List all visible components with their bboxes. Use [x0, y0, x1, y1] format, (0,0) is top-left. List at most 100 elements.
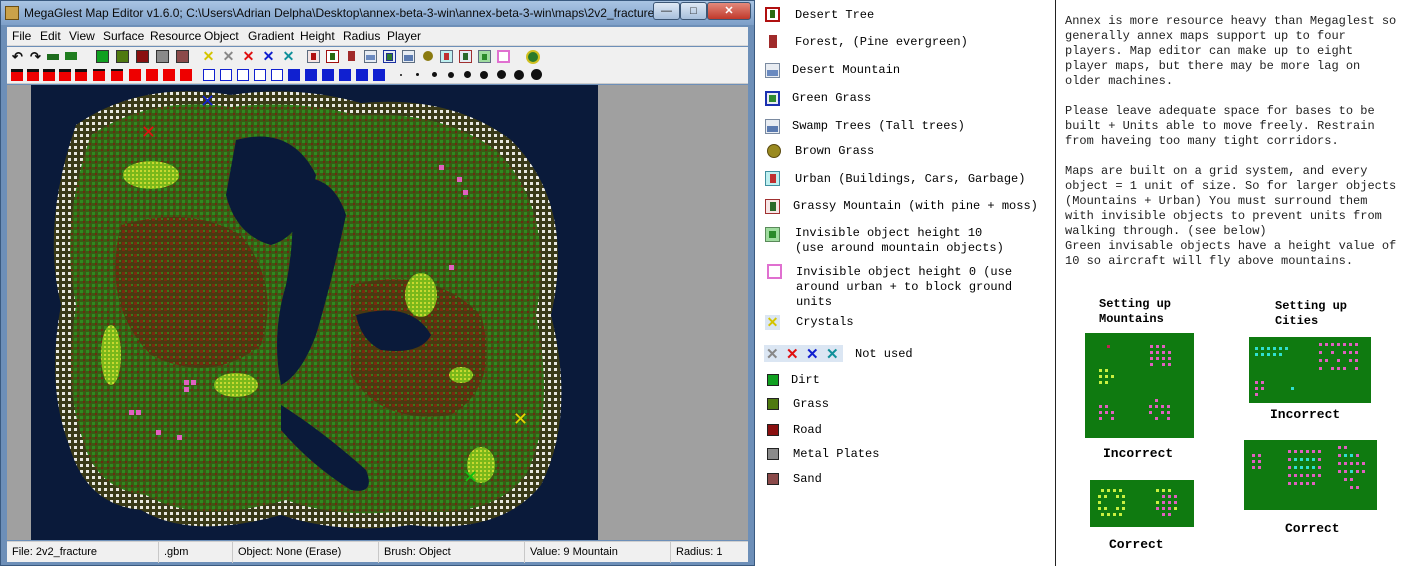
legend-urban: Urban (Buildings, Cars, Garbage) — [795, 172, 1026, 186]
dirt-swatch-icon — [767, 374, 779, 386]
menu-resource[interactable]: Resource — [150, 29, 201, 43]
player-red-marker: ✕ — [141, 122, 156, 143]
cities-correct-graphic — [1252, 446, 1365, 489]
cities-incorrect-graphic — [1255, 343, 1358, 396]
legend-swamp-trees: Swamp Trees (Tall trees) — [792, 119, 965, 133]
legend-pine-forest: Forest, (Pine evergreen) — [795, 35, 968, 49]
gradient-brush-icon[interactable] — [373, 69, 385, 81]
red-x-icon[interactable]: ✕ — [242, 49, 255, 63]
maximize-button[interactable]: □ — [680, 2, 707, 20]
redo-icon[interactable]: ↷ — [29, 50, 42, 63]
radius-5-icon[interactable] — [464, 71, 471, 78]
surface-metal-icon[interactable] — [156, 50, 169, 63]
menu-gradient[interactable]: Gradient — [248, 29, 294, 43]
radius-9-icon[interactable] — [531, 69, 542, 80]
height-brush-icon[interactable] — [43, 69, 55, 81]
gradient-brush-icon[interactable] — [339, 69, 351, 81]
pine-object-icon[interactable] — [345, 50, 358, 63]
title-bar[interactable]: MegaGlest Map Editor v1.6.0; C:\Users\Ad… — [1, 1, 754, 25]
radius-6-icon[interactable] — [480, 71, 488, 79]
legend-desert-tree: Desert Tree — [795, 8, 875, 22]
metal-plates-swatch-icon — [767, 448, 779, 460]
green-grass-icon — [765, 91, 780, 106]
brown-grass-object-icon[interactable] — [421, 50, 434, 63]
radius-8-icon[interactable] — [514, 70, 524, 80]
menu-object[interactable]: Object — [204, 29, 239, 43]
app-icon — [5, 6, 19, 20]
radius-3-icon[interactable] — [432, 72, 437, 77]
grass-object-icon[interactable] — [383, 50, 396, 63]
gradient-brush-icon[interactable] — [288, 69, 300, 81]
gradient-brush-icon[interactable] — [203, 69, 215, 81]
tree-object-icon[interactable] — [307, 50, 320, 63]
cities-incorrect-caption: Incorrect — [1270, 407, 1341, 422]
terrain-icon[interactable] — [65, 52, 77, 60]
editor-window: MegaGlest Map Editor v1.6.0; C:\Users\Ad… — [0, 0, 755, 566]
road-swatch-icon — [767, 424, 779, 436]
surface-road-icon[interactable] — [136, 50, 149, 63]
radius-4-icon[interactable] — [448, 72, 454, 78]
height-brush-icon[interactable] — [93, 69, 105, 81]
gradient-brush-icon[interactable] — [254, 69, 266, 81]
minimize-button[interactable]: — — [653, 2, 680, 20]
menu-file[interactable]: File — [12, 29, 31, 43]
height-brush-icon[interactable] — [27, 69, 39, 81]
height-brush-icon[interactable] — [59, 69, 71, 81]
invisible-object-0-icon — [767, 264, 782, 279]
height-brush-icon[interactable] — [129, 69, 141, 81]
menu-player[interactable]: Player — [387, 29, 421, 43]
close-button[interactable]: ✕ — [707, 2, 751, 20]
height-brush-icon[interactable] — [11, 69, 23, 81]
menu-radius[interactable]: Radius — [343, 29, 380, 43]
toolbar-height — [7, 67, 748, 84]
surface-sand-icon[interactable] — [176, 50, 189, 63]
surface-grass-icon[interactable] — [116, 50, 129, 63]
note-paragraph: Green invisable objects have a height va… — [1065, 239, 1397, 268]
menu-height[interactable]: Height — [300, 29, 335, 43]
menu-view[interactable]: View — [69, 29, 95, 43]
surface-dirt-icon[interactable] — [96, 50, 109, 63]
blue-x-icon[interactable]: ✕ — [262, 49, 275, 63]
height-brush-icon[interactable] — [180, 69, 192, 81]
grassy-mountain-object-icon[interactable] — [459, 50, 472, 63]
mountain-object-icon[interactable] — [364, 50, 377, 63]
resource-icon[interactable] — [526, 50, 540, 64]
window-title: MegaGlest Map Editor v1.6.0; C:\Users\Ad… — [24, 6, 681, 20]
undo-icon[interactable]: ↶ — [11, 50, 24, 63]
mountains-diagram-title: Setting up Mountains — [1099, 297, 1172, 326]
note-paragraph: Maps are built on a grid system, and eve… — [1065, 164, 1397, 238]
brown-grass-icon — [766, 144, 781, 159]
gradient-brush-icon[interactable] — [271, 69, 283, 81]
mountains-incorrect-graphic — [1099, 345, 1171, 420]
invisible-10-object-icon[interactable] — [478, 50, 491, 63]
gradient-brush-icon[interactable] — [356, 69, 368, 81]
gradient-brush-icon[interactable] — [322, 69, 334, 81]
radius-1-icon[interactable] — [400, 74, 402, 76]
invisible-0-object-icon[interactable] — [497, 50, 510, 63]
gradient-brush-icon[interactable] — [220, 69, 232, 81]
desert-tree-icon — [765, 7, 780, 22]
flatten-icon[interactable] — [47, 54, 59, 60]
status-brush: Brush: Object — [379, 542, 525, 563]
radius-7-icon[interactable] — [497, 70, 506, 79]
swamp-object-icon[interactable] — [402, 50, 415, 63]
height-brush-icon[interactable] — [75, 69, 87, 81]
crystal-x-icon[interactable]: ✕ — [202, 49, 215, 63]
cities-correct-caption: Correct — [1285, 521, 1340, 536]
urban-object-icon[interactable] — [440, 50, 453, 63]
teal-x-icon[interactable]: ✕ — [282, 49, 295, 63]
height-brush-icon[interactable] — [111, 69, 123, 81]
player-blue-marker: ✕ — [200, 91, 215, 112]
gradient-brush-icon[interactable] — [305, 69, 317, 81]
grassy-mountain-icon — [765, 199, 780, 214]
menu-surface[interactable]: Surface — [103, 29, 144, 43]
radius-2-icon[interactable] — [416, 73, 419, 76]
height-brush-icon[interactable] — [146, 69, 158, 81]
desert-tree-object-icon[interactable] — [326, 50, 339, 63]
legend-dirt: Dirt — [791, 373, 820, 387]
menu-edit[interactable]: Edit — [40, 29, 61, 43]
height-brush-icon[interactable] — [163, 69, 175, 81]
gradient-brush-icon[interactable] — [237, 69, 249, 81]
map-canvas[interactable]: ✕ ✕ ✕ ✕ — [31, 85, 598, 540]
gray-x-icon[interactable]: ✕ — [222, 49, 235, 63]
